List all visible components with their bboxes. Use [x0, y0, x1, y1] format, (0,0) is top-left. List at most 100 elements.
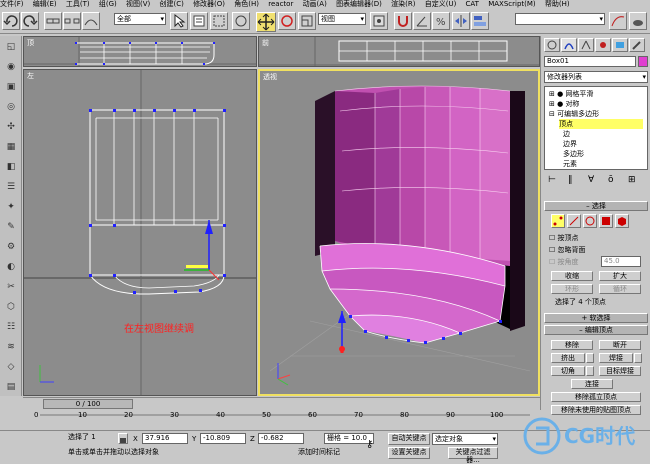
stack-item-symmetry[interactable]: ⊞ ● 对称 — [549, 99, 579, 109]
tool-4-icon[interactable]: ◎ — [4, 100, 18, 114]
menu-maxscript[interactable]: MAXScript(M) — [488, 0, 535, 8]
mirror-button[interactable] — [452, 12, 470, 30]
tool-14-icon[interactable]: ⬡ — [4, 300, 18, 314]
align-button[interactable] — [471, 12, 489, 30]
utilities-tab[interactable] — [629, 38, 645, 52]
display-tab[interactable] — [612, 38, 628, 52]
menu-reactor[interactable]: reactor — [268, 0, 293, 8]
undo-button[interactable] — [2, 12, 20, 30]
soft-selection-rollout-header[interactable]: + 软选择 — [544, 313, 648, 323]
edge-mode-icon[interactable] — [567, 214, 581, 228]
render-button[interactable] — [629, 12, 647, 30]
menu-create[interactable]: 创建(C) — [159, 0, 183, 8]
region-select-button[interactable] — [210, 12, 228, 30]
stack-item-meshsmooth[interactable]: ⊞ ● 网格平滑 — [549, 89, 593, 99]
time-tag[interactable]: 添加时间标记 — [296, 448, 374, 459]
select-link-button[interactable] — [44, 12, 62, 30]
stack-item-edge[interactable]: 边 — [563, 129, 570, 139]
tool-16-icon[interactable]: ≋ — [4, 340, 18, 354]
element-mode-icon[interactable] — [615, 214, 629, 228]
select-by-name-button[interactable] — [190, 12, 208, 30]
remove-button[interactable]: 移除 — [551, 340, 593, 350]
menu-animation[interactable]: 动画(A) — [303, 0, 327, 8]
modifier-list-dropdown[interactable]: 修改器列表 — [544, 71, 648, 83]
menu-file[interactable]: 文件(F) — [0, 0, 24, 8]
menu-character[interactable]: 角色(H) — [234, 0, 259, 8]
menu-rendering[interactable]: 渲染(R) — [391, 0, 415, 8]
stack-item-polygon[interactable]: 多边形 — [563, 149, 584, 159]
selection-rollout-header[interactable]: – 选择 — [544, 201, 648, 211]
configure-sets-icon[interactable]: ⊞ — [628, 175, 636, 185]
menu-group[interactable]: 组(G) — [99, 0, 117, 8]
tool-18-icon[interactable]: ▤ — [4, 380, 18, 394]
stack-item-editable-poly[interactable]: ⊟ 可编辑多边形 — [549, 109, 599, 119]
make-unique-icon[interactable]: ∀ — [588, 175, 594, 185]
select-and-scale-button[interactable] — [298, 12, 316, 30]
snaps-toggle-button[interactable] — [394, 12, 412, 30]
hierarchy-tab[interactable] — [578, 38, 594, 52]
unlink-button[interactable] — [63, 12, 81, 30]
viewport-front[interactable]: 前 — [258, 36, 540, 67]
tool-9-icon[interactable]: ✦ — [4, 200, 18, 214]
tool-17-icon[interactable]: ◇ — [4, 360, 18, 374]
percent-snap-button[interactable]: % — [432, 12, 450, 30]
ignore-backfacing-checkbox[interactable]: ☐ 忽略背面 — [549, 245, 586, 255]
connect-button[interactable]: 连接 — [571, 379, 613, 389]
select-and-move-button[interactable] — [256, 12, 276, 32]
stack-item-element[interactable]: 元素 — [563, 159, 577, 169]
weld-button[interactable]: 焊接 — [599, 353, 633, 363]
motion-tab[interactable] — [595, 38, 611, 52]
x-coordinate-field[interactable]: 37.916 — [142, 433, 188, 444]
loop-button[interactable]: 循环 — [599, 284, 641, 294]
tool-15-icon[interactable]: ☷ — [4, 320, 18, 334]
tool-5-icon[interactable]: ✣ — [4, 120, 18, 134]
extrude-button[interactable]: 挤出 — [551, 353, 585, 363]
tool-7-icon[interactable]: ◧ — [4, 160, 18, 174]
reference-coord-dropdown[interactable]: 视图 — [318, 13, 366, 25]
remove-modifier-icon[interactable]: ō — [608, 175, 614, 185]
create-tab[interactable] — [544, 38, 560, 52]
stack-item-border[interactable]: 边界 — [563, 139, 577, 149]
key-filter-dropdown[interactable]: 选定对象 — [432, 433, 498, 445]
tool-1-icon[interactable]: ◱ — [4, 40, 18, 54]
menu-customize[interactable]: 自定义(U) — [425, 0, 457, 8]
angle-value-field[interactable]: 45.0 — [601, 256, 641, 267]
tool-12-icon[interactable]: ◐ — [4, 260, 18, 274]
menu-views[interactable]: 视图(V) — [126, 0, 150, 8]
tool-10-icon[interactable]: ✎ — [4, 220, 18, 234]
pin-stack-icon[interactable]: ⊢ — [548, 175, 556, 185]
curve-editor-button[interactable] — [609, 12, 627, 30]
tool-3-icon[interactable]: ▣ — [4, 80, 18, 94]
tool-6-icon[interactable]: ▦ — [4, 140, 18, 154]
menu-tools[interactable]: 工具(T) — [66, 0, 90, 8]
z-coordinate-field[interactable]: -0.682 — [258, 433, 304, 444]
redo-button[interactable] — [21, 12, 39, 30]
target-weld-button[interactable]: 目标焊接 — [599, 366, 641, 376]
menu-cat[interactable]: CAT — [466, 0, 479, 8]
weld-settings-button[interactable] — [634, 353, 642, 363]
viewport-left[interactable]: 左 在左视图继续调 — [23, 69, 257, 396]
lock-selection-button[interactable] — [118, 433, 128, 444]
menu-graph-editors[interactable]: 图表编辑器(D) — [336, 0, 382, 8]
select-and-rotate-button[interactable] — [278, 12, 296, 30]
time-slider[interactable]: 0 / 100 — [43, 399, 133, 409]
ring-button[interactable]: 环形 — [551, 284, 593, 294]
tool-2-icon[interactable]: ◉ — [4, 60, 18, 74]
tool-8-icon[interactable]: ☰ — [4, 180, 18, 194]
vertex-mode-icon[interactable] — [551, 214, 565, 228]
menu-modifiers[interactable]: 修改器(O) — [193, 0, 225, 8]
border-mode-icon[interactable] — [583, 214, 597, 228]
selection-filter-dropdown[interactable]: 全部 — [114, 13, 166, 25]
chamfer-button[interactable]: 切角 — [551, 366, 585, 376]
menu-help[interactable]: 帮助(H) — [545, 0, 570, 8]
named-selection-dropdown[interactable] — [515, 13, 605, 25]
grow-button[interactable]: 扩大 — [599, 271, 641, 281]
object-name-field[interactable]: Box01 — [544, 56, 636, 67]
viewport-perspective[interactable]: 透视 — [258, 69, 540, 396]
viewport-top[interactable]: 顶 — [23, 36, 257, 67]
track-bar[interactable]: 0 10 20 30 40 50 60 70 80 90 100 — [0, 410, 540, 430]
break-button[interactable]: 断开 — [599, 340, 641, 350]
stack-item-vertex[interactable]: 顶点 — [559, 119, 643, 129]
tool-11-icon[interactable]: ⚙ — [4, 240, 18, 254]
bind-space-warp-button[interactable] — [82, 12, 100, 30]
